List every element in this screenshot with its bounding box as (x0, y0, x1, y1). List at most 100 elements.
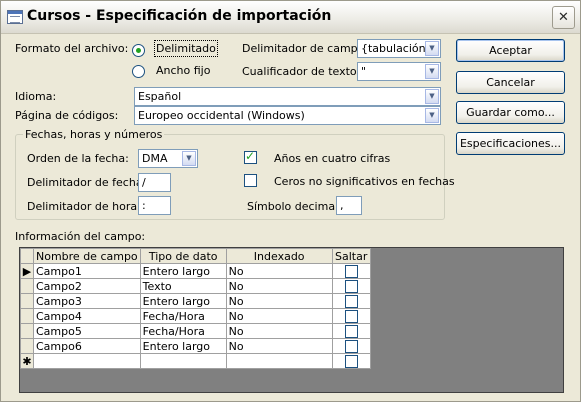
radio-delimited-label[interactable]: Delimitado (154, 40, 218, 57)
table-row[interactable]: Campo4 Fecha/Hora No (20, 308, 371, 324)
data-type-cell[interactable]: Fecha/Hora (139, 308, 227, 324)
data-type-cell[interactable]: Entero largo (139, 338, 227, 354)
skip-checkbox[interactable] (344, 279, 358, 293)
indexed-cell[interactable]: No (225, 323, 333, 339)
chevron-down-icon[interactable]: ▼ (425, 41, 439, 56)
indexed-cell[interactable]: No (225, 293, 333, 309)
four-digit-years-checkbox[interactable] (244, 149, 257, 164)
time-delimiter-field[interactable]: : (138, 196, 171, 215)
new-record-row[interactable]: ✱ (20, 353, 371, 369)
codepage-value: Europeo occidental (Windows) (138, 109, 305, 122)
row-selector[interactable] (20, 308, 34, 324)
row-selector[interactable] (20, 293, 34, 309)
decimal-symbol-field[interactable]: , (336, 196, 362, 215)
specifications-button[interactable]: Especificaciones... (456, 132, 565, 155)
skip-checkbox[interactable] (344, 354, 358, 368)
indexed-cell[interactable] (225, 353, 333, 369)
new-row-marker[interactable]: ✱ (20, 353, 34, 369)
date-delimiter-value: / (142, 176, 146, 189)
data-type-cell[interactable]: Entero largo (139, 293, 227, 309)
column-header-indexed[interactable]: Indexado (225, 248, 333, 264)
skip-cell[interactable] (331, 338, 371, 354)
field-name-cell[interactable] (33, 353, 141, 369)
window-title: Cursos - Especificación de importación (27, 8, 332, 24)
leading-zeros-checkbox[interactable] (244, 174, 257, 187)
row-selector-header (20, 248, 34, 264)
leading-zeros-label[interactable]: Ceros no significativos en fechas (274, 175, 455, 188)
data-type-cell[interactable] (139, 353, 227, 369)
row-selector[interactable] (20, 323, 34, 339)
data-type-cell[interactable]: Fecha/Hora (139, 323, 227, 339)
close-button[interactable]: ✕ (552, 6, 575, 29)
data-type-cell[interactable]: Texto (139, 278, 227, 294)
field-delimiter-combo[interactable]: {tabulación} ▼ (357, 39, 441, 58)
field-delimiter-value: {tabulación} (361, 42, 433, 55)
skip-checkbox[interactable] (344, 294, 358, 308)
table-row[interactable]: Campo2 Texto No (20, 278, 371, 294)
time-delimiter-value: : (142, 199, 146, 212)
date-order-value: DMA (142, 152, 168, 165)
title-bar[interactable]: Cursos - Especificación de importación ✕ (1, 1, 580, 34)
column-header-name[interactable]: Nombre de campo (33, 248, 141, 264)
skip-checkbox[interactable] (344, 339, 358, 353)
skip-checkbox[interactable] (344, 324, 358, 338)
column-header-type[interactable]: Tipo de dato (139, 248, 227, 264)
field-name-cell[interactable]: Campo6 (33, 338, 141, 354)
row-selector[interactable] (20, 338, 34, 354)
field-name-cell[interactable]: Campo1 (33, 263, 141, 279)
field-table: Nombre de campo Tipo de dato Indexado Sa… (20, 248, 371, 369)
four-digit-years-label[interactable]: Años en cuatro cifras (274, 152, 390, 165)
accept-button[interactable]: Aceptar (456, 39, 565, 62)
skip-cell[interactable] (331, 278, 371, 294)
table-header-row: Nombre de campo Tipo de dato Indexado Sa… (20, 248, 371, 264)
decimal-symbol-label: Símbolo decimal: (247, 200, 342, 213)
field-name-cell[interactable]: Campo5 (33, 323, 141, 339)
skip-cell[interactable] (331, 308, 371, 324)
row-selector[interactable] (20, 278, 34, 294)
date-delimiter-field[interactable]: / (138, 173, 171, 192)
indexed-cell[interactable]: No (225, 308, 333, 324)
codepage-combo[interactable]: Europeo occidental (Windows) ▼ (134, 106, 441, 125)
skip-cell[interactable] (331, 263, 371, 279)
table-row[interactable]: Campo6 Entero largo No (20, 338, 371, 354)
close-icon: ✕ (558, 10, 569, 25)
table-row[interactable]: Campo5 Fecha/Hora No (20, 323, 371, 339)
datetime-group-title: Fechas, horas y números (23, 128, 165, 141)
decimal-symbol-value: , (340, 199, 344, 212)
column-header-skip[interactable]: Saltar (331, 248, 371, 264)
cancel-button[interactable]: Cancelar (456, 71, 565, 94)
field-name-cell[interactable]: Campo4 (33, 308, 141, 324)
indexed-cell[interactable]: No (225, 278, 333, 294)
data-type-cell[interactable]: Entero largo (139, 263, 227, 279)
field-name-cell[interactable]: Campo2 (33, 278, 141, 294)
indexed-cell[interactable]: No (225, 263, 333, 279)
time-delimiter-label: Delimitador de hora: (27, 200, 141, 213)
radio-delimited[interactable] (132, 44, 145, 57)
skip-cell[interactable] (331, 293, 371, 309)
current-row-marker[interactable]: ▶ (20, 263, 34, 279)
chevron-down-icon[interactable]: ▼ (182, 151, 196, 166)
field-delimiter-label: Delimitador de campo: (242, 42, 369, 55)
skip-cell[interactable] (331, 323, 371, 339)
language-value: Español (138, 90, 182, 103)
field-info-grid[interactable]: Nombre de campo Tipo de dato Indexado Sa… (19, 247, 564, 393)
skip-checkbox[interactable] (344, 309, 358, 323)
field-name-cell[interactable]: Campo3 (33, 293, 141, 309)
text-qualifier-label: Cualificador de texto: (242, 65, 361, 78)
chevron-down-icon[interactable]: ▼ (425, 64, 439, 79)
language-combo[interactable]: Español ▼ (134, 87, 441, 106)
save-as-button[interactable]: Guardar como... (456, 101, 565, 124)
chevron-down-icon[interactable]: ▼ (425, 89, 439, 104)
skip-checkbox[interactable] (344, 264, 358, 278)
field-info-label: Información del campo: (15, 230, 146, 243)
text-qualifier-combo[interactable]: " ▼ (357, 62, 441, 81)
chevron-down-icon[interactable]: ▼ (425, 108, 439, 123)
table-row[interactable]: Campo3 Entero largo No (20, 293, 371, 309)
indexed-cell[interactable]: No (225, 338, 333, 354)
form-icon (7, 10, 23, 24)
table-row[interactable]: ▶ Campo1 Entero largo No (20, 263, 371, 279)
date-order-combo[interactable]: DMA ▼ (138, 149, 198, 168)
radio-fixed-width[interactable] (132, 65, 145, 78)
skip-cell[interactable] (331, 353, 371, 369)
radio-fixed-width-label[interactable]: Ancho fijo (156, 64, 210, 77)
